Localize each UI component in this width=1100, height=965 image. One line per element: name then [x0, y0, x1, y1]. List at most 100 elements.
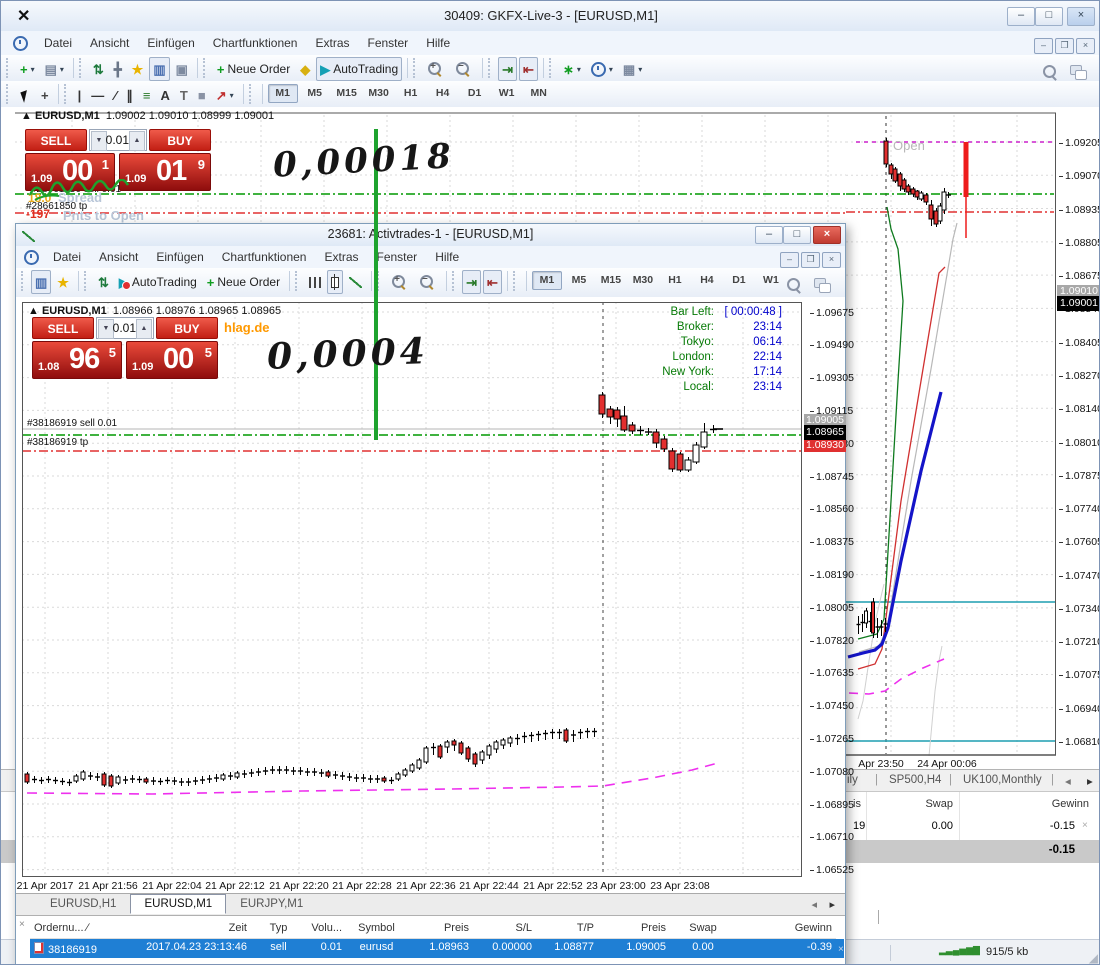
neue-order-button[interactable]: +Neue Order [213, 57, 294, 81]
inner-menu-item-einf-gen[interactable]: Einfügen [147, 246, 212, 268]
chevron-down-icon[interactable]: ▾ [60, 65, 64, 74]
inner-maximize-button[interactable]: □ [783, 226, 811, 244]
terminal-close-icon[interactable]: × [19, 919, 25, 930]
chevron-down-icon[interactable]: ▾ [31, 65, 35, 74]
inner-mdi-minimize-icon[interactable]: – [780, 252, 799, 268]
close-position-icon[interactable]: × [1082, 820, 1088, 831]
zoom-out-button[interactable] [451, 57, 477, 81]
mdi-close-icon[interactable]: × [1076, 38, 1095, 54]
chart-tab-eurjpy-m1[interactable]: EURJPY,M1 [226, 894, 317, 914]
tab-scroll-left-icon[interactable]: ◂ [1065, 774, 1071, 788]
toolbar-grip[interactable] [452, 271, 458, 291]
tab-scroll-right-icon[interactable]: ▸ [829, 898, 835, 911]
terminal-button[interactable]: ▥ [31, 270, 51, 294]
resize-grip-icon[interactable]: ◢ [1089, 951, 1098, 965]
toolbar-grip[interactable] [513, 271, 519, 291]
close-position-icon[interactable]: × [836, 944, 844, 955]
outer-menu-item-chartfunktionen[interactable]: Chartfunktionen [204, 32, 307, 54]
outer-menu-item-fenster[interactable]: Fenster [359, 32, 418, 54]
trendline-button[interactable]: ∕ [110, 83, 120, 107]
chevron-down-icon[interactable]: ▾ [577, 65, 581, 74]
inner-buy-button[interactable]: BUY [156, 317, 218, 339]
candles-button[interactable] [327, 270, 343, 294]
timeframe-mn[interactable]: MN [524, 84, 554, 103]
chart-tab-eurusd-h1[interactable]: EURUSD,H1 [36, 894, 130, 914]
chart-shift-button[interactable]: ⇤ [519, 57, 538, 81]
chart-tab-eurusd-m1[interactable]: EURUSD,M1 [130, 894, 226, 914]
metaeditor-button[interactable]: ◆ [296, 57, 314, 81]
terminal-column-ordernu-[interactable]: Ordernu... ∕ [30, 920, 124, 936]
outer-menu-item-datei[interactable]: Datei [35, 32, 81, 54]
outer-menu-item-ansicht[interactable]: Ansicht [81, 32, 138, 54]
channel-button[interactable]: ∥ [122, 83, 137, 107]
tab-scroll-left-icon[interactable]: ◂ [811, 898, 817, 911]
new-chart-button[interactable]: +▾ [16, 57, 39, 81]
horizontal-line-button[interactable]: — [87, 83, 108, 107]
timeframe-d1[interactable]: D1 [724, 271, 754, 290]
inner-mdi-restore-icon[interactable]: ❐ [801, 252, 820, 268]
terminal-column-gewinn[interactable]: Gewinn [736, 920, 836, 936]
outer-tab-uk100[interactable]: UK100,Monthly [963, 774, 1042, 786]
inner-price-axis[interactable]: 1.096751.094901.093051.091151.089301.087… [810, 297, 846, 887]
toolbar-grip[interactable] [249, 84, 255, 104]
inner-menu-item-ansicht[interactable]: Ansicht [90, 246, 147, 268]
inner-sell-price[interactable]: 1.08 96 5 [32, 341, 122, 379]
outer-close-button[interactable]: × [1067, 7, 1095, 26]
outer-terminal-header-swap[interactable]: Swap [901, 798, 953, 810]
navigator-button[interactable]: ★ [128, 57, 148, 81]
autotrading-button[interactable]: ▶AutoTrading [316, 57, 402, 81]
timeframe-d1[interactable]: D1 [460, 84, 490, 103]
zoom-in-button[interactable] [423, 57, 449, 81]
timeframe-m1[interactable]: M1 [268, 84, 298, 103]
terminal-column-s-l[interactable]: S/L [473, 920, 536, 936]
crosshair-button[interactable]: + [37, 83, 53, 107]
terminal-button[interactable]: ▥ [149, 57, 169, 81]
lot-increase-icon[interactable]: ▲ [129, 131, 145, 151]
outer-maximize-button[interactable]: □ [1035, 7, 1063, 26]
data-window-button[interactable]: ╋ [110, 57, 126, 81]
timeframe-m15[interactable]: M15 [332, 84, 362, 103]
chevron-down-icon[interactable]: ▾ [230, 91, 234, 100]
terminal-order-row[interactable]: 381869192017.04.23 23:13:46sell0.01eurus… [30, 939, 844, 958]
market-watch-button[interactable]: ⇅ [89, 57, 108, 81]
mdi-minimize-icon[interactable]: – [1034, 38, 1053, 54]
navigator-button[interactable]: ★ [53, 270, 73, 294]
chart-shift-button[interactable]: ⇤ [483, 270, 502, 294]
outer-terminal-header-gewinn[interactable]: Gewinn [1001, 798, 1089, 810]
terminal-column-preis[interactable]: Preis [407, 920, 473, 936]
outer-menu-item-hilfe[interactable]: Hilfe [417, 32, 459, 54]
timeframe-h4[interactable]: H4 [692, 271, 722, 290]
mdi-restore-icon[interactable]: ❐ [1055, 38, 1074, 54]
inner-time-axis[interactable]: 21 Apr 201721 Apr 21:5621 Apr 22:0421 Ap… [16, 880, 845, 893]
outer-terminal-header-preis[interactable]: is [853, 798, 861, 810]
fibonacci-button[interactable]: ≡ [139, 83, 155, 107]
outer-lot-spinner[interactable]: ▼ 0.01 ▲ [89, 129, 147, 151]
inner-menu-item-extras[interactable]: Extras [315, 246, 367, 268]
shapes-button[interactable]: ■ [194, 83, 210, 107]
vertical-line-button[interactable]: | [74, 83, 86, 107]
terminal-column-zeit[interactable]: Zeit [124, 920, 251, 936]
tab-scroll-right-icon[interactable]: ▸ [1087, 774, 1093, 788]
autoscroll-button[interactable]: ⇥ [462, 270, 481, 294]
bars-button[interactable] [305, 270, 325, 294]
toolbar-grip[interactable] [6, 84, 12, 104]
terminal-column-t-p[interactable]: T/P [536, 920, 598, 936]
timeframe-h1[interactable]: H1 [396, 84, 426, 103]
timeframe-m30[interactable]: M30 [628, 271, 658, 290]
zoom-out-button[interactable] [415, 270, 441, 294]
toolbar-grip[interactable] [84, 271, 90, 291]
timeframe-h1[interactable]: H1 [660, 271, 690, 290]
cursor-button[interactable] [16, 83, 35, 107]
chevron-down-icon[interactable]: ▾ [609, 65, 613, 74]
lot-decrease-icon[interactable]: ▼ [98, 319, 114, 339]
terminal-column-symbol[interactable]: Symbol [346, 920, 407, 936]
inner-buy-price[interactable]: 1.09 00 5 [126, 341, 218, 379]
terminal-column-swap[interactable]: Swap [670, 920, 736, 936]
toolbar-grip[interactable] [413, 58, 419, 78]
outer-sell-button[interactable]: SELL [25, 129, 87, 151]
toolbar-grip[interactable] [79, 58, 85, 78]
text-button[interactable]: A [157, 83, 174, 107]
autoscroll-button[interactable]: ⇥ [498, 57, 517, 81]
terminal-column-volu-[interactable]: Volu... [306, 920, 346, 936]
toolbar-grip[interactable] [6, 58, 12, 78]
